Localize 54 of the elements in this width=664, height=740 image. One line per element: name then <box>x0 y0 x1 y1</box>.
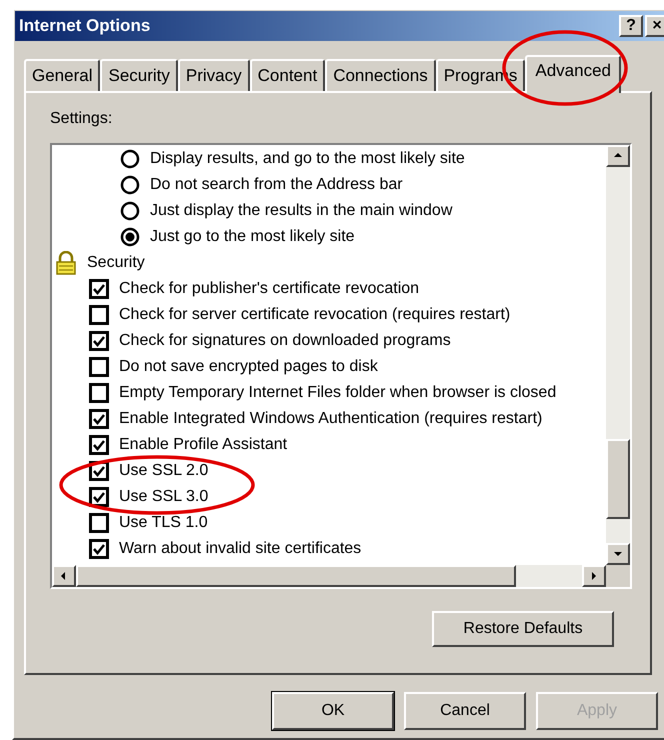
horizontal-scrollbar[interactable] <box>52 565 606 587</box>
option-label: Just display the results in the main window <box>150 201 452 221</box>
scroll-arrow-button[interactable] <box>582 565 606 587</box>
checkbox[interactable] <box>89 331 109 351</box>
scroll-thumb[interactable] <box>76 565 516 587</box>
tab[interactable]: General <box>24 59 100 91</box>
scroll-arrow-button[interactable] <box>606 145 630 167</box>
option-label: Display results, and go to the most likely site <box>150 149 465 169</box>
tab[interactable]: Connections <box>325 59 436 91</box>
option-label: Do not save encrypted pages to disk <box>119 357 378 377</box>
restore-defaults-button[interactable]: Restore Defaults <box>432 611 614 647</box>
checkbox[interactable] <box>89 305 109 325</box>
checkbox[interactable] <box>89 279 109 299</box>
help-button[interactable]: ? <box>619 15 643 37</box>
tab[interactable]: Advanced <box>525 55 622 93</box>
vertical-scrollbar[interactable] <box>606 145 630 565</box>
radio-button[interactable] <box>120 175 140 195</box>
option-label: Do not search from the Address bar <box>150 175 403 195</box>
tab[interactable]: Content <box>250 59 326 91</box>
checkbox[interactable] <box>89 435 109 455</box>
option-label: Check for publisher's certificate revocation <box>119 279 420 299</box>
option-label: Use SSL 3.0 <box>119 487 208 507</box>
checkbox[interactable] <box>89 539 109 559</box>
checkbox[interactable] <box>89 487 109 507</box>
scrollbar-corner <box>606 565 630 587</box>
padlock-icon <box>55 251 77 275</box>
option-label: Enable Profile Assistant <box>119 435 288 455</box>
dialog-button[interactable]: OK <box>272 692 394 730</box>
option-label: Check for server certificate revocation (requires restart) <box>119 305 510 325</box>
option-label: Use TLS 1.0 <box>119 513 208 533</box>
checkbox[interactable] <box>89 383 109 403</box>
group-label: Security <box>87 253 145 273</box>
settings-label: Settings: <box>50 109 114 129</box>
option-label: Empty Temporary Internet Files folder when browser is closed <box>119 383 556 403</box>
checkbox[interactable] <box>89 461 109 481</box>
option-label: Warn about invalid site certificates <box>119 539 362 559</box>
checkbox[interactable] <box>89 409 109 429</box>
tab[interactable]: Security <box>100 59 178 91</box>
checkbox[interactable] <box>89 513 109 533</box>
scroll-arrow-button[interactable] <box>52 565 76 587</box>
dialog-button[interactable]: Cancel <box>404 692 526 730</box>
option-label: Check for signatures on downloaded programs <box>119 331 451 351</box>
radio-button[interactable] <box>120 201 140 221</box>
tab[interactable]: Privacy <box>178 59 250 91</box>
window-title: Internet Options <box>19 15 150 38</box>
option-label: Enable Integrated Windows Authentication (requires restart) <box>119 409 542 429</box>
radio-button[interactable] <box>120 149 140 169</box>
option-label: Just go to the most likely site <box>150 227 355 247</box>
scroll-arrow-button[interactable] <box>606 543 630 565</box>
option-label: Use SSL 2.0 <box>119 461 208 481</box>
radio-button[interactable] <box>120 227 140 247</box>
close-button[interactable]: × <box>645 15 664 37</box>
checkbox[interactable] <box>89 357 109 377</box>
scroll-thumb[interactable] <box>606 439 630 519</box>
